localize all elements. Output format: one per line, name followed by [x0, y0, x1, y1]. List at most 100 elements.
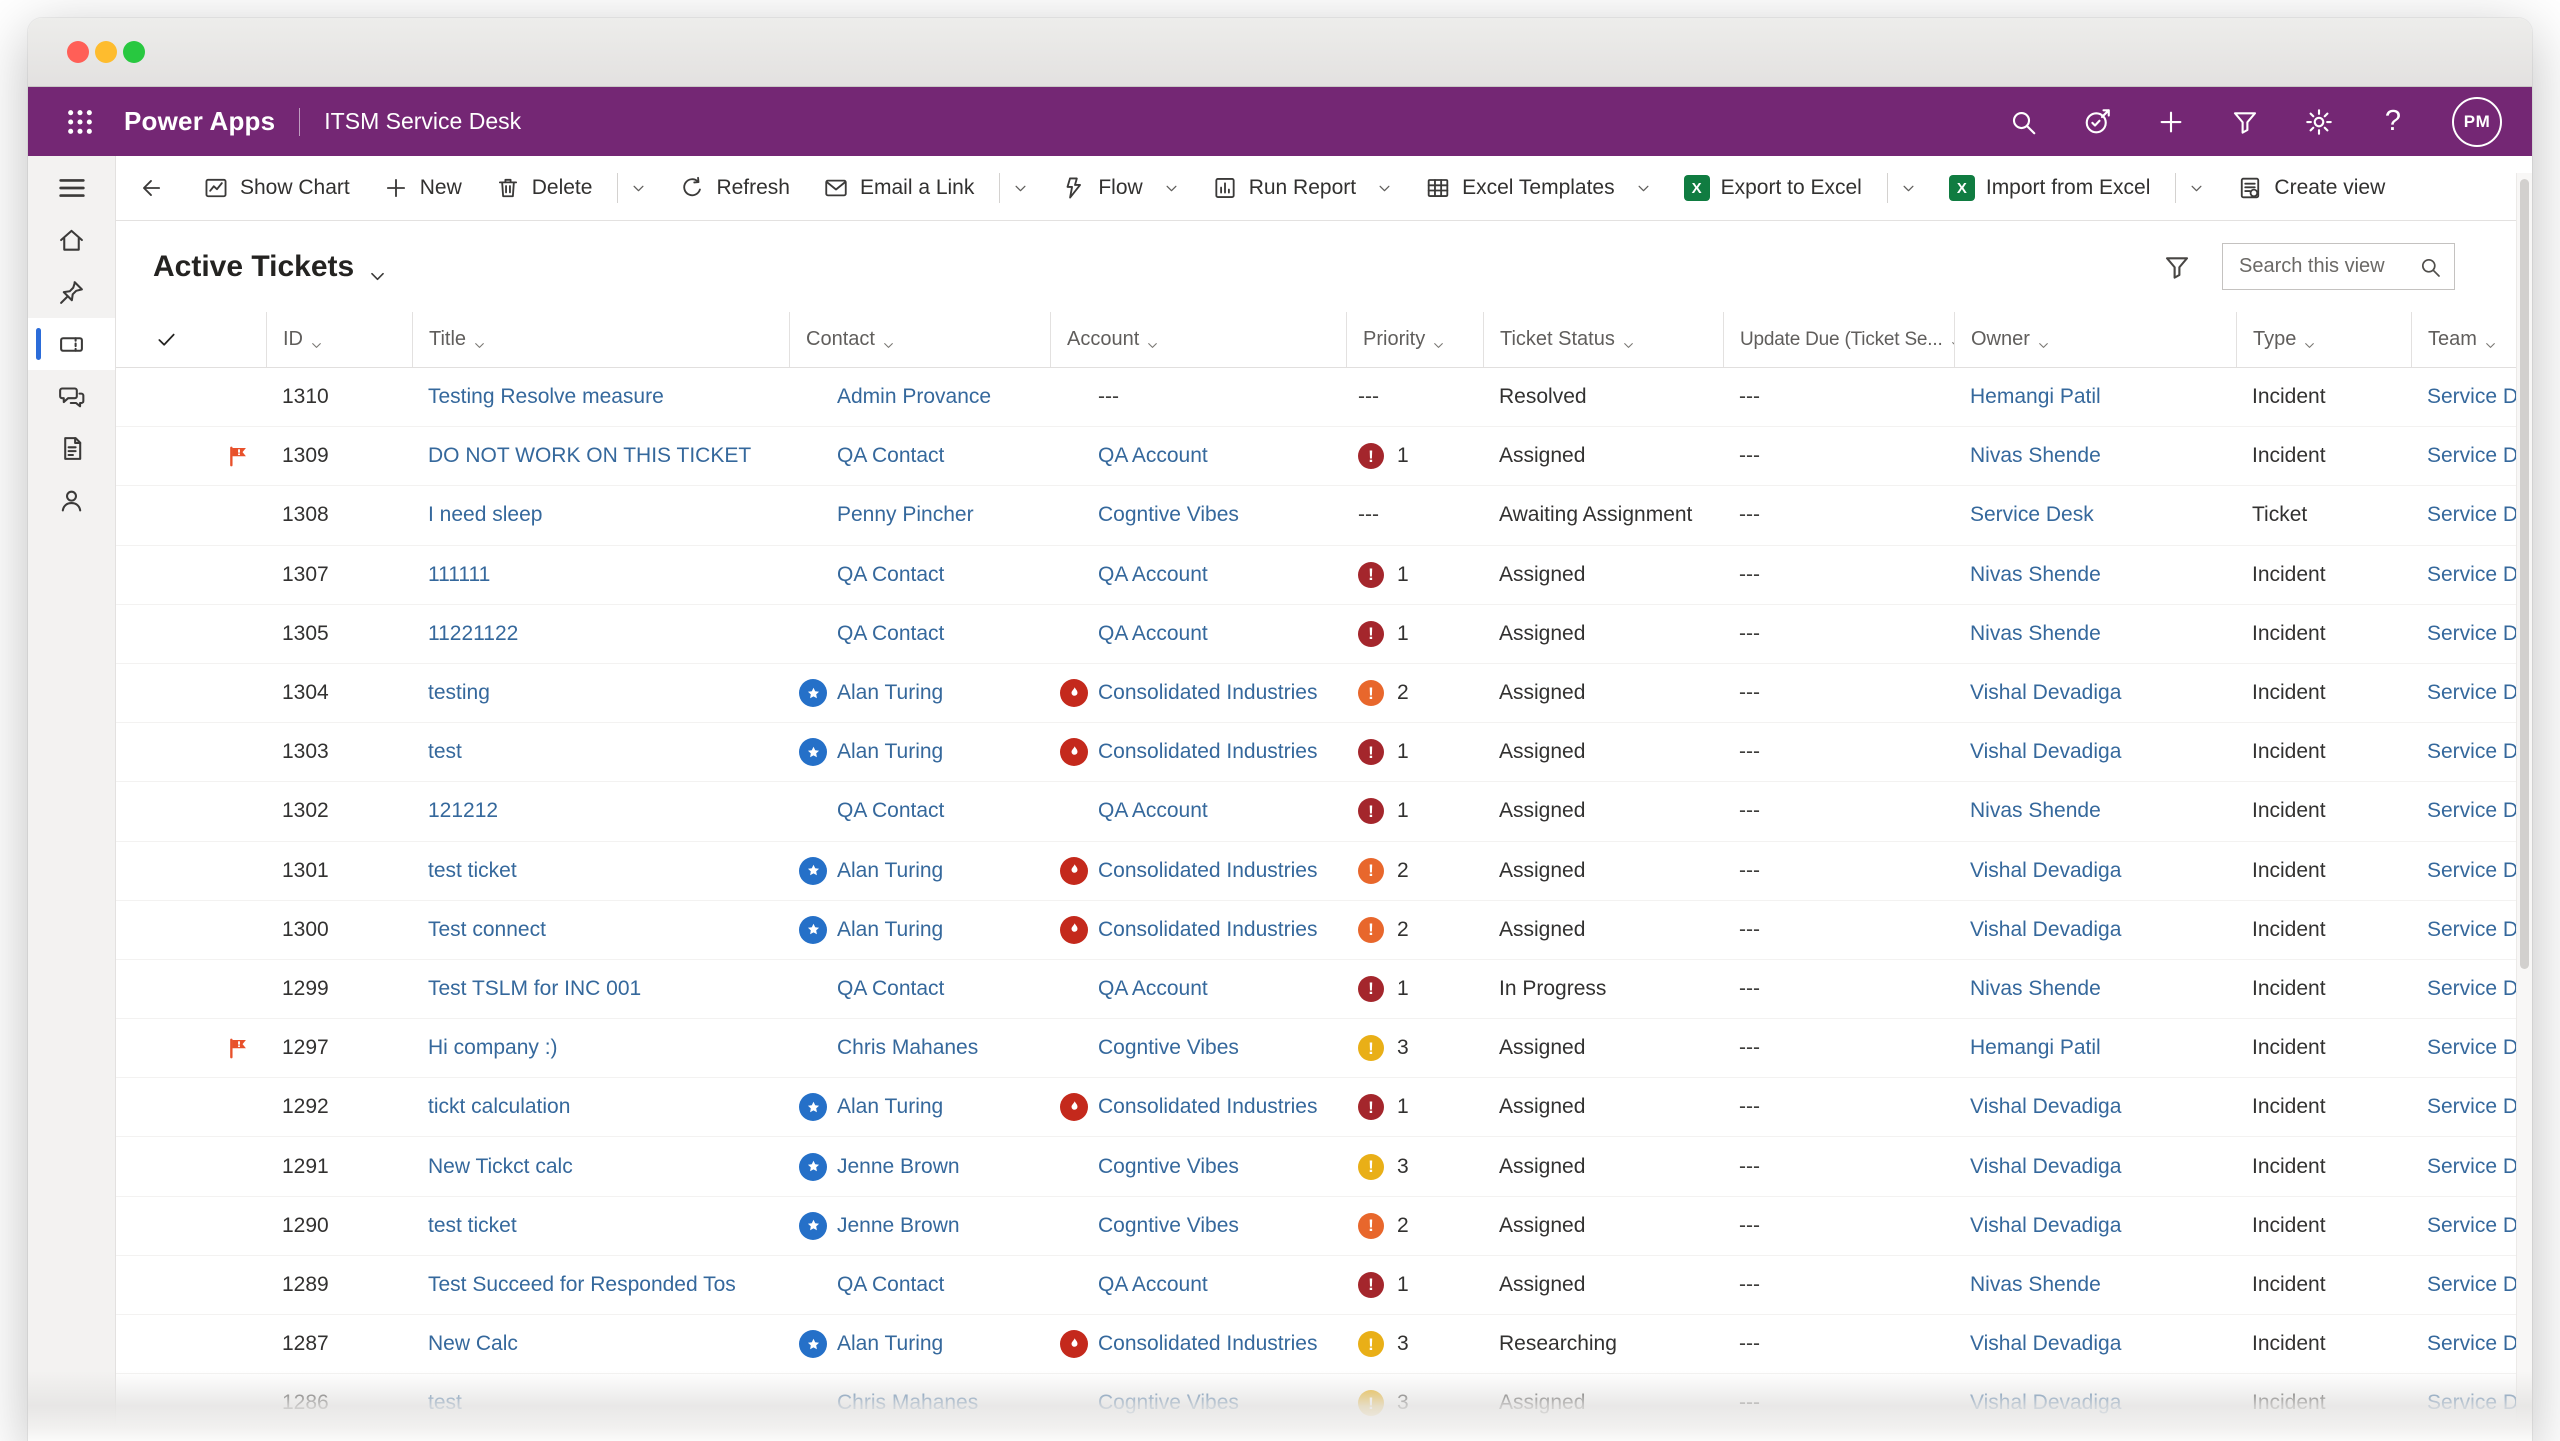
table-row[interactable]: 1292tickt calculationAlan TuringConsolid…	[116, 1078, 2517, 1137]
contact-link[interactable]: Alan Turing	[837, 1332, 943, 1356]
account-link[interactable]: Consolidated Industries	[1098, 740, 1317, 764]
new-button[interactable]: New	[383, 175, 462, 201]
table-row[interactable]: 1307111111QA ContactQA Account!1Assigned…	[116, 546, 2517, 605]
table-row[interactable]: 1290test ticketJenne BrownCogntive Vibes…	[116, 1197, 2517, 1256]
ticket-title-link[interactable]: Test connect	[428, 918, 546, 942]
team-link[interactable]: Service Des	[2427, 1036, 2517, 1060]
account-link[interactable]: QA Account	[1098, 977, 1208, 1001]
account-link[interactable]: Cogntive Vibes	[1098, 1036, 1239, 1060]
view-selector[interactable]: Active Tickets	[153, 250, 387, 284]
sidebar-item-contacts[interactable]	[28, 474, 115, 526]
owner-link[interactable]: Vishal Devadiga	[1970, 859, 2121, 883]
ticket-title-link[interactable]: New Tickct calc	[428, 1155, 573, 1179]
team-link[interactable]: Service Des	[2427, 622, 2517, 646]
table-row[interactable]: 130511221122QA ContactQA Account!1Assign…	[116, 605, 2517, 664]
refresh-button[interactable]: Refresh	[679, 175, 790, 201]
contact-link[interactable]: QA Contact	[837, 799, 944, 823]
owner-link[interactable]: Vishal Devadiga	[1970, 681, 2121, 705]
user-avatar[interactable]: PM	[2452, 97, 2502, 147]
close-window-button[interactable]	[67, 41, 89, 63]
contact-link[interactable]: Jenne Brown	[837, 1214, 960, 1238]
account-link[interactable]: QA Account	[1098, 563, 1208, 587]
import-from-excel-button[interactable]: XImport from Excel	[1949, 175, 2151, 201]
delete-button[interactable]: Delete	[495, 175, 593, 201]
sidebar-item-home[interactable]	[28, 214, 115, 266]
contact-link[interactable]: Alan Turing	[837, 918, 943, 942]
flow-button[interactable]: Flow	[1061, 175, 1142, 201]
run-report-button[interactable]: Run Report	[1212, 175, 1356, 201]
plus-icon[interactable]	[2156, 107, 2186, 137]
column-header-due[interactable]: Update Due (Ticket Se...	[1723, 312, 1954, 367]
table-row[interactable]: 1287New CalcAlan TuringConsolidated Indu…	[116, 1315, 2517, 1374]
more-commands-chevron-icon[interactable]	[1901, 181, 1916, 196]
ticket-title-link[interactable]: 111111	[428, 563, 490, 587]
owner-link[interactable]: Hemangi Patil	[1970, 385, 2101, 409]
team-link[interactable]: Service Des	[2427, 1155, 2517, 1179]
account-link[interactable]: QA Account	[1098, 444, 1208, 468]
table-row[interactable]: 1308I need sleepPenny PincherCogntive Vi…	[116, 486, 2517, 545]
contact-link[interactable]: Alan Turing	[837, 1095, 943, 1119]
filter-icon[interactable]	[2162, 252, 2192, 282]
search-icon[interactable]	[2418, 255, 2442, 279]
column-header-team[interactable]: Team	[2411, 312, 2517, 367]
team-link[interactable]: Service Des	[2427, 1095, 2517, 1119]
owner-link[interactable]: Hemangi Patil	[1970, 1036, 2101, 1060]
more-commands-chevron-icon[interactable]	[1636, 181, 1651, 196]
column-header-id[interactable]: ID	[266, 312, 412, 367]
account-link[interactable]: Consolidated Industries	[1098, 1095, 1317, 1119]
sidebar-item-menu[interactable]	[28, 162, 115, 214]
sidebar-item-knowledge[interactable]	[28, 422, 115, 474]
team-link[interactable]: Service Des	[2427, 740, 2517, 764]
contact-link[interactable]: QA Contact	[837, 1273, 944, 1297]
more-commands-chevron-icon[interactable]	[1164, 181, 1179, 196]
contact-link[interactable]: Alan Turing	[837, 859, 943, 883]
search-input[interactable]	[2237, 254, 2418, 279]
account-link[interactable]: QA Account	[1098, 1273, 1208, 1297]
account-link[interactable]: Consolidated Industries	[1098, 1332, 1317, 1356]
table-row[interactable]: 1297Hi company :)Chris MahanesCogntive V…	[116, 1019, 2517, 1078]
ticket-title-link[interactable]: 11221122	[428, 622, 518, 646]
team-link[interactable]: Service Des	[2427, 1391, 2517, 1415]
team-link[interactable]: Service Des	[2427, 1273, 2517, 1297]
compass-icon[interactable]	[2082, 107, 2112, 137]
team-link[interactable]: Service Des	[2427, 563, 2517, 587]
table-row[interactable]: 1301test ticketAlan TuringConsolidated I…	[116, 842, 2517, 901]
table-row[interactable]: 1286testChris MahanesCogntive Vibes!3Ass…	[116, 1374, 2517, 1433]
contact-link[interactable]: Chris Mahanes	[837, 1391, 978, 1415]
team-link[interactable]: Service Des	[2427, 1332, 2517, 1356]
owner-link[interactable]: Nivas Shende	[1970, 977, 2101, 1001]
column-header-type[interactable]: Type	[2236, 312, 2411, 367]
ticket-title-link[interactable]: Test TSLM for INC 001	[428, 977, 641, 1001]
owner-link[interactable]: Nivas Shende	[1970, 799, 2101, 823]
more-commands-chevron-icon[interactable]	[631, 181, 646, 196]
scrollbar-thumb[interactable]	[2520, 179, 2529, 969]
more-commands-chevron-icon[interactable]	[1013, 181, 1028, 196]
owner-link[interactable]: Vishal Devadiga	[1970, 1214, 2121, 1238]
more-commands-chevron-icon[interactable]	[2189, 181, 2204, 196]
table-row[interactable]: 1309DO NOT WORK ON THIS TICKETQA Contact…	[116, 427, 2517, 486]
contact-link[interactable]: QA Contact	[837, 977, 944, 1001]
account-link[interactable]: Cogntive Vibes	[1098, 1391, 1239, 1415]
ticket-title-link[interactable]: 121212	[428, 799, 498, 823]
account-link[interactable]: Cogntive Vibes	[1098, 503, 1239, 527]
back-button[interactable]	[138, 174, 166, 202]
team-link[interactable]: Service Des	[2427, 1214, 2517, 1238]
column-header-status[interactable]: Ticket Status	[1483, 312, 1723, 367]
contact-link[interactable]: Alan Turing	[837, 740, 943, 764]
team-link[interactable]: Service Des	[2427, 444, 2517, 468]
team-link[interactable]: Service Des	[2427, 918, 2517, 942]
ticket-title-link[interactable]: Test Succeed for Responded Tos	[428, 1273, 736, 1297]
owner-link[interactable]: Vishal Devadiga	[1970, 1095, 2121, 1119]
ticket-title-link[interactable]: DO NOT WORK ON THIS TICKET	[428, 444, 751, 468]
ticket-title-link[interactable]: tickt calculation	[428, 1095, 570, 1119]
table-row[interactable]: 1299Test TSLM for INC 001QA ContactQA Ac…	[116, 960, 2517, 1019]
contact-link[interactable]: Admin Provance	[837, 385, 991, 409]
account-link[interactable]: Cogntive Vibes	[1098, 1155, 1239, 1179]
filter-icon[interactable]	[2230, 107, 2260, 137]
search-icon[interactable]	[2008, 107, 2038, 137]
team-link[interactable]: Service Des	[2427, 859, 2517, 883]
account-link[interactable]: Consolidated Industries	[1098, 681, 1317, 705]
show-chart-button[interactable]: Show Chart	[203, 175, 350, 201]
sidebar-item-recent[interactable]	[28, 266, 115, 318]
ticket-title-link[interactable]: testing	[428, 681, 490, 705]
